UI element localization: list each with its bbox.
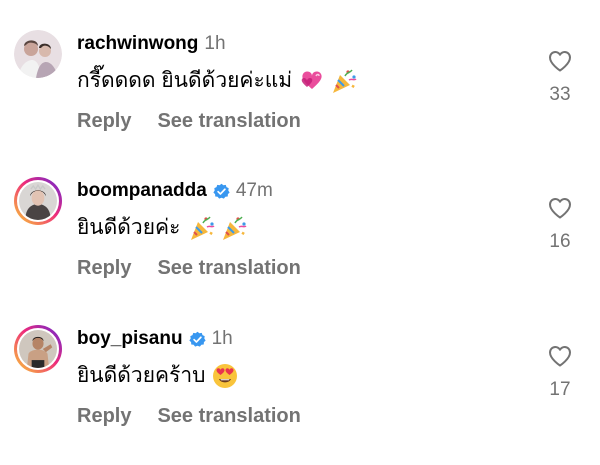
timestamp: 1h [211,328,233,349]
party-popper-icon [188,214,216,242]
comment-text: กรี๊ดดดด ยินดีด้วยค่ะแม่ [77,64,358,97]
username[interactable]: rachwinwong [77,33,198,55]
verified-badge-icon [213,183,230,200]
comment-actions: Reply See translation [77,257,301,280]
avatar-image [14,30,62,78]
party-popper-icon [220,214,248,242]
comment-actions: Reply See translation [77,110,301,133]
reply-button[interactable]: Reply [77,257,131,280]
see-translation-button[interactable]: See translation [157,110,300,133]
like-count: 17 [549,379,571,400]
verified-badge-icon [188,331,206,348]
see-translation-button[interactable]: See translation [157,257,300,280]
reply-button[interactable]: Reply [77,110,131,133]
comment-header: rachwinwong 1h [77,30,226,58]
party-popper-icon [330,67,358,95]
see-translation-button[interactable]: See translation [157,405,300,428]
like-count: 16 [549,231,571,252]
avatar-image [19,182,57,220]
avatar[interactable] [14,177,62,225]
username[interactable]: boy_pisanu [77,328,183,350]
avatar-image [19,330,57,368]
comment-item: boy_pisanu 1h ยินดีด้วยคร้าบ Reply See t… [0,325,600,465]
timestamp: 1h [204,33,226,54]
comment-body: กรี๊ดดดด ยินดีด้วยค่ะแม่ [77,69,293,92]
username[interactable]: boompanadda [77,180,207,202]
like-control: 17 [542,345,578,401]
comment-item: rachwinwong 1h กรี๊ดดดด ยินดีด้วยค่ะแม่ [0,30,600,170]
avatar[interactable] [14,30,62,78]
comment-actions: Reply See translation [77,405,301,428]
reply-button[interactable]: Reply [77,405,131,428]
like-control: 33 [542,50,578,106]
comment-body: ยินดีด้วยค่ะ [77,216,181,239]
comment-header: boompanadda 47m [77,177,273,205]
comment-item: boompanadda 47m ยินดีด้วยค่ะ Reply See t… [0,177,600,317]
heart-icon[interactable] [548,50,572,72]
like-control: 16 [542,197,578,253]
heart-eyes-icon [211,362,239,390]
avatar[interactable] [14,325,62,373]
timestamp: 47m [235,180,273,201]
heart-icon[interactable] [548,345,572,367]
comment-text: ยินดีด้วยค่ะ [77,211,248,244]
comment-body: ยินดีด้วยคร้าบ [77,364,206,387]
like-count: 33 [549,84,571,105]
two-hearts-icon [298,67,326,95]
comment-text: ยินดีด้วยคร้าบ [77,359,239,392]
comment-header: boy_pisanu 1h [77,325,233,353]
heart-icon[interactable] [548,197,572,219]
